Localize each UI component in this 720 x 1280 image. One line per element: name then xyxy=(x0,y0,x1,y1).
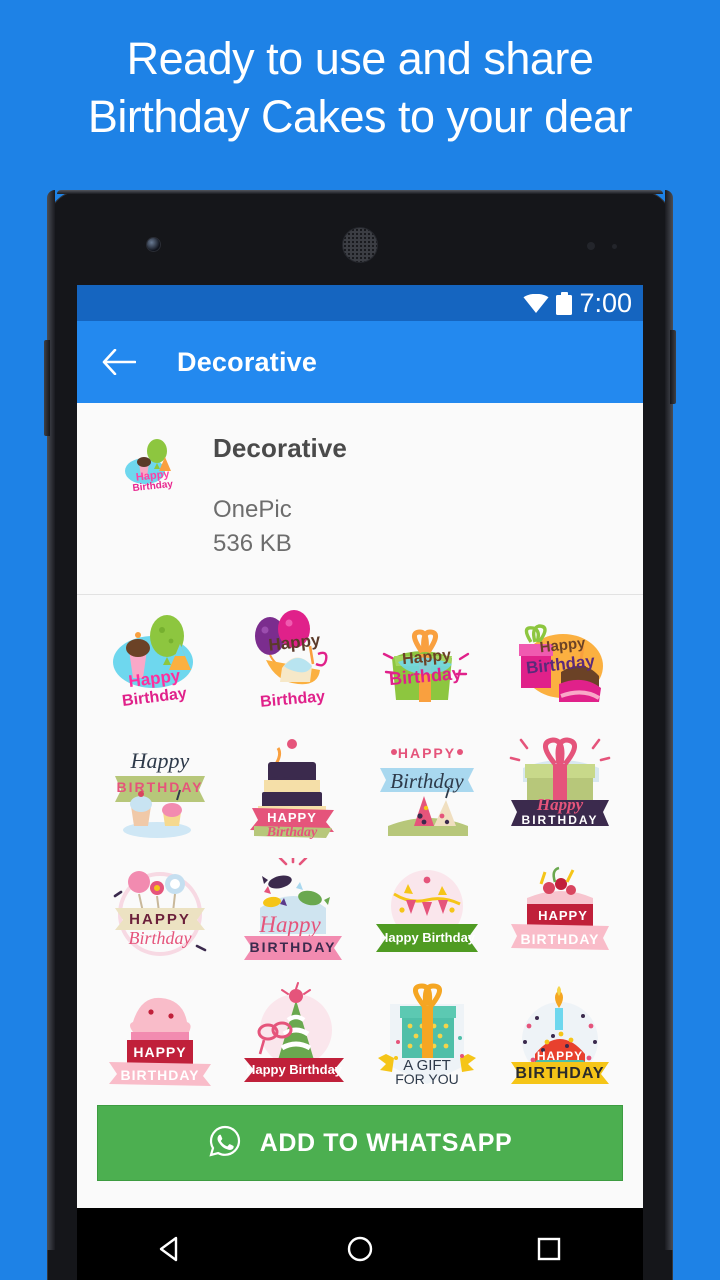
phone-mockup: 7:00 Decorative Happy Birthday Decorativ… xyxy=(44,190,676,1280)
sticker-cell-10[interactable]: Happy BIRTHDAY xyxy=(227,851,361,975)
svg-text:Happy: Happy xyxy=(259,912,322,937)
back-arrow-icon[interactable] xyxy=(99,342,139,382)
status-bar: 7:00 xyxy=(77,285,643,321)
sticker-cell-16[interactable]: HAPPY BIRTHDAY xyxy=(494,975,628,1099)
power-button[interactable] xyxy=(670,330,676,404)
volume-button[interactable] xyxy=(44,340,50,436)
sticker-cell-1[interactable]: Happy Birthday xyxy=(93,603,227,727)
svg-text:FOR YOU: FOR YOU xyxy=(395,1071,459,1087)
light-sensor-icon xyxy=(612,244,617,249)
promo-line-2: Birthday Cakes to your dear xyxy=(87,91,633,142)
sticker-pack-header: Happy Birthday Decorative OnePic 536 KB xyxy=(77,403,643,595)
add-to-whatsapp-button[interactable]: ADD TO WHATSAPP xyxy=(97,1105,623,1181)
sticker-cell-6[interactable]: HAPPY Birthday xyxy=(227,727,361,851)
svg-text:BIRTHDAY: BIRTHDAY xyxy=(120,1067,199,1083)
whatsapp-icon xyxy=(208,1124,242,1163)
pack-size: 536 KB xyxy=(213,530,292,557)
promo-headline: Ready to use and share Birthday Cakes to… xyxy=(0,30,720,146)
sticker-cell-11[interactable]: Happy Birthday xyxy=(360,851,494,975)
sticker-cell-9[interactable]: HAPPY Birthday xyxy=(93,851,227,975)
svg-text:Happy: Happy xyxy=(536,795,584,814)
android-nav-bar xyxy=(77,1208,643,1280)
sticker-cell-13[interactable]: HAPPY BIRTHDAY xyxy=(93,975,227,1099)
front-camera-icon xyxy=(147,238,160,251)
sticker-cell-3[interactable]: Happy Birthday xyxy=(360,603,494,727)
svg-text:BIRTHDAY: BIRTHDAY xyxy=(522,813,599,827)
add-to-whatsapp-label: ADD TO WHATSAPP xyxy=(259,1128,513,1157)
svg-text:Birthday: Birthday xyxy=(128,928,191,948)
nav-recents-icon[interactable] xyxy=(514,1226,584,1272)
pack-publisher: OnePic xyxy=(213,496,292,523)
phone-bezel-top xyxy=(57,190,663,194)
svg-text:BIRTHDAY: BIRTHDAY xyxy=(250,939,337,955)
sticker-cell-8[interactable]: Happy BIRTHDAY xyxy=(494,727,628,851)
promo-line-1: Ready to use and share xyxy=(126,33,594,84)
svg-text:Birthday: Birthday xyxy=(266,825,318,840)
app-bar: Decorative xyxy=(77,321,643,403)
status-clock: 7:00 xyxy=(579,287,632,318)
nav-back-icon[interactable] xyxy=(136,1226,206,1272)
sticker-cell-12[interactable]: HAPPY BIRTHDAY xyxy=(494,851,628,975)
cta-container: ADD TO WHATSAPP xyxy=(77,1099,643,1181)
battery-full-icon xyxy=(556,291,573,315)
phone-screen: 7:00 Decorative Happy Birthday Decorativ… xyxy=(77,285,643,1208)
pack-name: Decorative xyxy=(213,433,347,463)
svg-text:BIRTHDAY: BIRTHDAY xyxy=(116,779,203,795)
wifi-icon xyxy=(523,293,549,313)
sticker-cell-15[interactable]: A GIFT FOR YOU xyxy=(360,975,494,1099)
svg-text:HAPPY: HAPPY xyxy=(538,908,588,923)
sticker-pack-thumbnail: Happy Birthday xyxy=(123,433,187,497)
svg-text:HAPPY: HAPPY xyxy=(129,911,191,928)
sticker-cell-7[interactable]: HAPPY Birthday xyxy=(360,727,494,851)
earpiece-speaker-icon xyxy=(343,228,377,262)
svg-text:Happy: Happy xyxy=(268,630,322,654)
sticker-cell-14[interactable]: Happy Birthday xyxy=(227,975,361,1099)
proximity-sensor-icon xyxy=(587,242,595,250)
sticker-cell-5[interactable]: Happy BIRTHDAY xyxy=(93,727,227,851)
svg-text:HAPPY: HAPPY xyxy=(537,1049,583,1063)
sticker-cell-4[interactable]: Happy Birthday xyxy=(494,603,628,727)
svg-text:Happy Birthday: Happy Birthday xyxy=(379,930,476,945)
sticker-grid: Happy Birthday Happy Birthday Happy Birt… xyxy=(77,595,643,1099)
svg-text:HAPPY: HAPPY xyxy=(133,1044,186,1060)
svg-text:Happy: Happy xyxy=(129,748,189,773)
sticker-pack-meta: Decorative OnePic 536 KB xyxy=(213,425,347,568)
nav-home-icon[interactable] xyxy=(325,1226,395,1272)
svg-text:BIRTHDAY: BIRTHDAY xyxy=(521,931,600,947)
svg-text:Birthday: Birthday xyxy=(260,688,326,711)
svg-text:HAPPY: HAPPY xyxy=(267,810,317,825)
svg-text:Happy Birthday: Happy Birthday xyxy=(246,1062,343,1077)
svg-text:BIRTHDAY: BIRTHDAY xyxy=(516,1065,605,1082)
page-title: Decorative xyxy=(177,346,318,377)
svg-text:Birthday: Birthday xyxy=(390,769,464,793)
svg-text:HAPPY: HAPPY xyxy=(398,745,456,761)
sticker-cell-2[interactable]: Happy Birthday xyxy=(227,603,361,727)
